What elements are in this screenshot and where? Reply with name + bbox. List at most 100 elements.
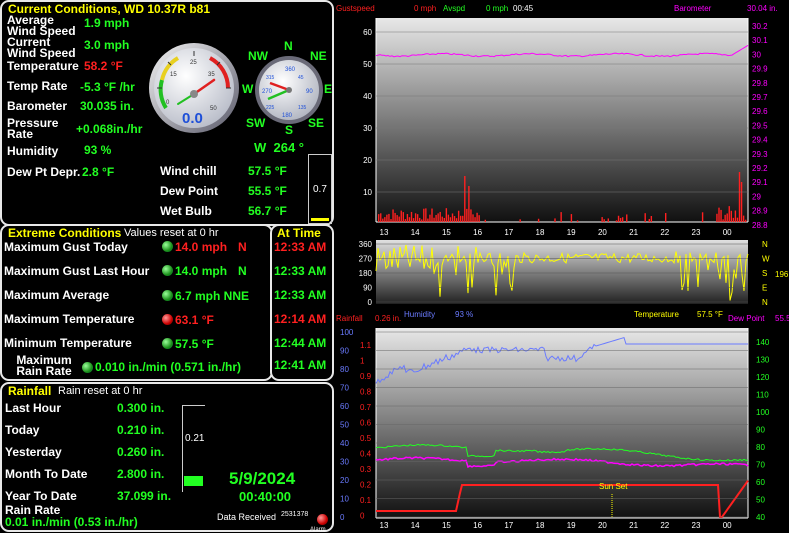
gust-bar <box>410 211 413 222</box>
gust-bar <box>400 210 402 222</box>
date-display: 5/9/2024 <box>229 469 296 488</box>
gust-bar <box>644 213 646 222</box>
rain-value: 37.099 in. <box>117 489 172 503</box>
wind-direction-chart: 360270180900 NWSEN <box>359 240 770 307</box>
at-time-title: At Time <box>277 226 321 240</box>
right-tick-label: 30.2 <box>752 22 768 31</box>
right-tick-label: 29.6 <box>752 107 768 116</box>
x-tick-label: 14 <box>411 521 420 530</box>
left-tick-label: 60 <box>363 28 372 37</box>
gust-bar <box>570 214 573 222</box>
gust-bar <box>425 208 427 222</box>
gust-bar <box>484 219 486 222</box>
right-tick-label: 120 <box>756 373 770 382</box>
gust-bar <box>576 220 579 222</box>
wind-chill-value: 57.5 °F <box>248 164 287 178</box>
x-tick-label: 16 <box>473 521 482 530</box>
temperature-value: 58.2 °F <box>84 59 123 73</box>
temp-legend-value: 57.5 °F <box>697 310 723 319</box>
x-tick-label: 17 <box>504 521 513 530</box>
right-tick-label: 28.8 <box>752 221 768 230</box>
gust-bar <box>416 214 419 222</box>
rain-tick-label: 1.1 <box>360 341 372 350</box>
gust-bar <box>398 216 400 222</box>
x-tick-label: 21 <box>629 521 638 530</box>
right-tick-label: 30 <box>752 50 761 59</box>
status-led-icon <box>162 338 173 349</box>
rain-gauge-fill <box>184 476 203 486</box>
legend-gust-val: 0 mph <box>414 4 437 13</box>
svg-text:315: 315 <box>266 75 275 81</box>
pressure-rate-label: Pressure Rate <box>7 116 59 141</box>
alarm-led-icon[interactable] <box>317 514 328 525</box>
gust-bar <box>730 210 732 222</box>
svg-text:50: 50 <box>210 106 217 112</box>
extreme-subtitle: Values reset at 0 hr <box>124 227 219 239</box>
rain-rate-value: 0.01 in./min (0.53 in./hr) <box>5 515 138 529</box>
gust-bar <box>720 209 722 222</box>
current-conditions-panel: Current Conditions, WD 10.37R b81 Averag… <box>0 0 334 226</box>
legend-gust: Gustspeed <box>336 4 375 13</box>
status-led-icon <box>162 290 173 301</box>
gust-bar <box>443 217 445 222</box>
left-tick-label: 30 <box>363 124 372 133</box>
gust-bar <box>408 217 411 222</box>
extreme-title: Extreme Conditions <box>8 226 122 240</box>
gust-bar <box>435 214 437 222</box>
x-tick-label: 20 <box>598 521 607 530</box>
left-tick-label: 10 <box>340 495 349 504</box>
temp-humidity-rain-chart: 1009080706050403020100 14013012011010090… <box>340 328 770 530</box>
gust-bar <box>617 215 620 222</box>
rain-label: Year To Date <box>5 489 77 503</box>
extreme-value: 14.0 mph <box>175 264 228 278</box>
extreme-time: 12:44 AM <box>274 336 327 350</box>
gust-bar <box>626 214 628 222</box>
right-tick-label: 40 <box>756 513 765 522</box>
gust-bar <box>378 214 380 222</box>
rain-tick-label: 0 <box>360 512 365 521</box>
gust-bar <box>406 214 409 222</box>
gust-bar <box>738 172 741 222</box>
x-tick-label: 22 <box>660 521 669 530</box>
gust-bar <box>470 209 472 222</box>
extreme-label: Minimum Temperature <box>4 336 132 350</box>
svg-text:360: 360 <box>285 67 296 73</box>
humidity-label: Humidity <box>7 144 59 158</box>
rain-label: Month To Date <box>5 467 88 481</box>
x-tick-label: 23 <box>692 521 701 530</box>
gust-bar <box>466 208 468 222</box>
dir-tick-label: 270 <box>359 255 373 264</box>
left-tick-label: 30 <box>340 458 349 467</box>
gust-bar <box>474 217 476 222</box>
status-led-icon <box>162 314 173 325</box>
temp-rate-label: Temp Rate <box>7 79 68 93</box>
rainfall-title: Rainfall <box>8 384 52 398</box>
gust-bar <box>732 217 735 222</box>
gust-bar <box>716 213 718 222</box>
wind-direction-compass: 360 90 180 270 45 135 225 315 <box>255 56 323 124</box>
x-tick-label: 00 <box>723 521 732 530</box>
temperature-label: Temperature <box>7 59 79 73</box>
gust-bar <box>736 217 739 222</box>
speedo-readout: 0.0 <box>182 110 203 127</box>
compass-s: S <box>285 123 294 137</box>
right-tick-label: 29.9 <box>752 65 768 74</box>
gust-bar <box>650 215 653 222</box>
gust-bar <box>439 211 441 222</box>
rain-tick-label: 0.2 <box>360 481 372 490</box>
svg-text:270: 270 <box>262 89 273 95</box>
extreme-label: Maximum Average <box>4 288 110 302</box>
right-tick-label: 29 <box>752 192 761 201</box>
rain-tick-label: 0.8 <box>360 388 372 397</box>
left-tick-label: 80 <box>340 365 349 374</box>
gust-bar <box>726 213 728 222</box>
gust-bar <box>615 220 618 222</box>
gust-bar <box>451 213 454 222</box>
avg-wind-value: 1.9 mph <box>84 16 130 30</box>
gust-bar <box>718 207 720 222</box>
svg-text:35: 35 <box>208 72 215 78</box>
right-tick-label: 29.3 <box>752 150 768 159</box>
extreme-value: 0.010 in./min (0.571 in./hr) <box>95 360 242 374</box>
rain-label: Yesterday <box>5 445 62 459</box>
rain-label: Last Hour <box>5 401 62 415</box>
